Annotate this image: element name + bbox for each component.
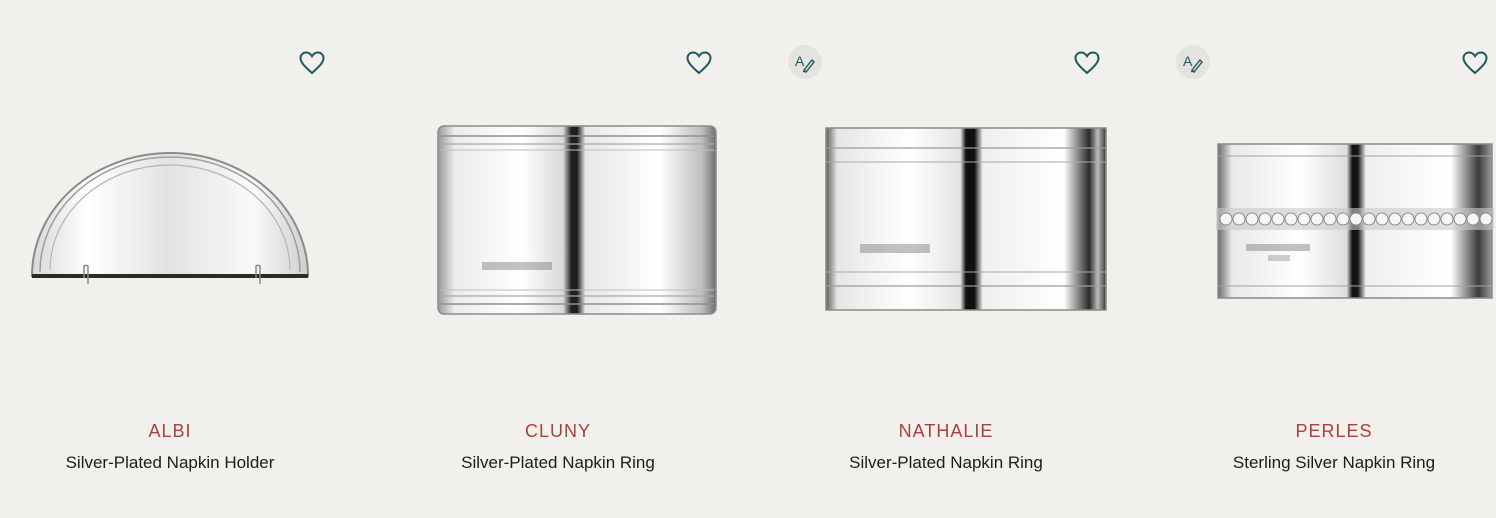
product-name[interactable]: ALBI xyxy=(0,421,340,442)
product-description[interactable]: Sterling Silver Napkin Ring xyxy=(1164,453,1496,473)
product-image[interactable] xyxy=(802,100,1142,350)
product-card-cluny[interactable]: CLUNY Silver-Plated Napkin Ring xyxy=(374,0,748,518)
wishlist-button[interactable] xyxy=(1460,48,1490,78)
product-name[interactable]: NATHALIE xyxy=(776,421,1116,442)
heart-icon xyxy=(299,51,325,75)
engraving-button[interactable]: A xyxy=(788,45,822,79)
wishlist-button[interactable] xyxy=(297,48,327,78)
heart-icon xyxy=(1074,51,1100,75)
engraving-pen-icon: A xyxy=(1183,53,1203,73)
svg-text:A: A xyxy=(1183,53,1193,69)
product-description[interactable]: Silver-Plated Napkin Holder xyxy=(0,453,340,473)
product-image[interactable] xyxy=(1190,100,1496,350)
wishlist-button[interactable] xyxy=(684,48,714,78)
product-name[interactable]: PERLES xyxy=(1164,421,1496,442)
svg-text:A: A xyxy=(795,53,805,69)
wishlist-button[interactable] xyxy=(1072,48,1102,78)
product-image[interactable] xyxy=(0,100,340,350)
product-description[interactable]: Silver-Plated Napkin Ring xyxy=(388,453,728,473)
product-description[interactable]: Silver-Plated Napkin Ring xyxy=(776,453,1116,473)
product-card-albi[interactable]: ALBI Silver-Plated Napkin Holder xyxy=(0,0,374,518)
product-card-nathalie[interactable]: A NATHALIE Silver-Plated Napkin Ring xyxy=(762,0,1136,518)
product-image[interactable] xyxy=(414,100,754,350)
heart-icon xyxy=(686,51,712,75)
engraving-pen-icon: A xyxy=(795,53,815,73)
product-card-perles[interactable]: A PERLES Sterling Silver Napkin Ring xyxy=(1150,0,1496,518)
engraving-button[interactable]: A xyxy=(1176,45,1210,79)
product-name[interactable]: CLUNY xyxy=(388,421,728,442)
heart-icon xyxy=(1462,51,1488,75)
product-grid: ALBI Silver-Plated Napkin Holder CLUNY S… xyxy=(0,0,1496,518)
